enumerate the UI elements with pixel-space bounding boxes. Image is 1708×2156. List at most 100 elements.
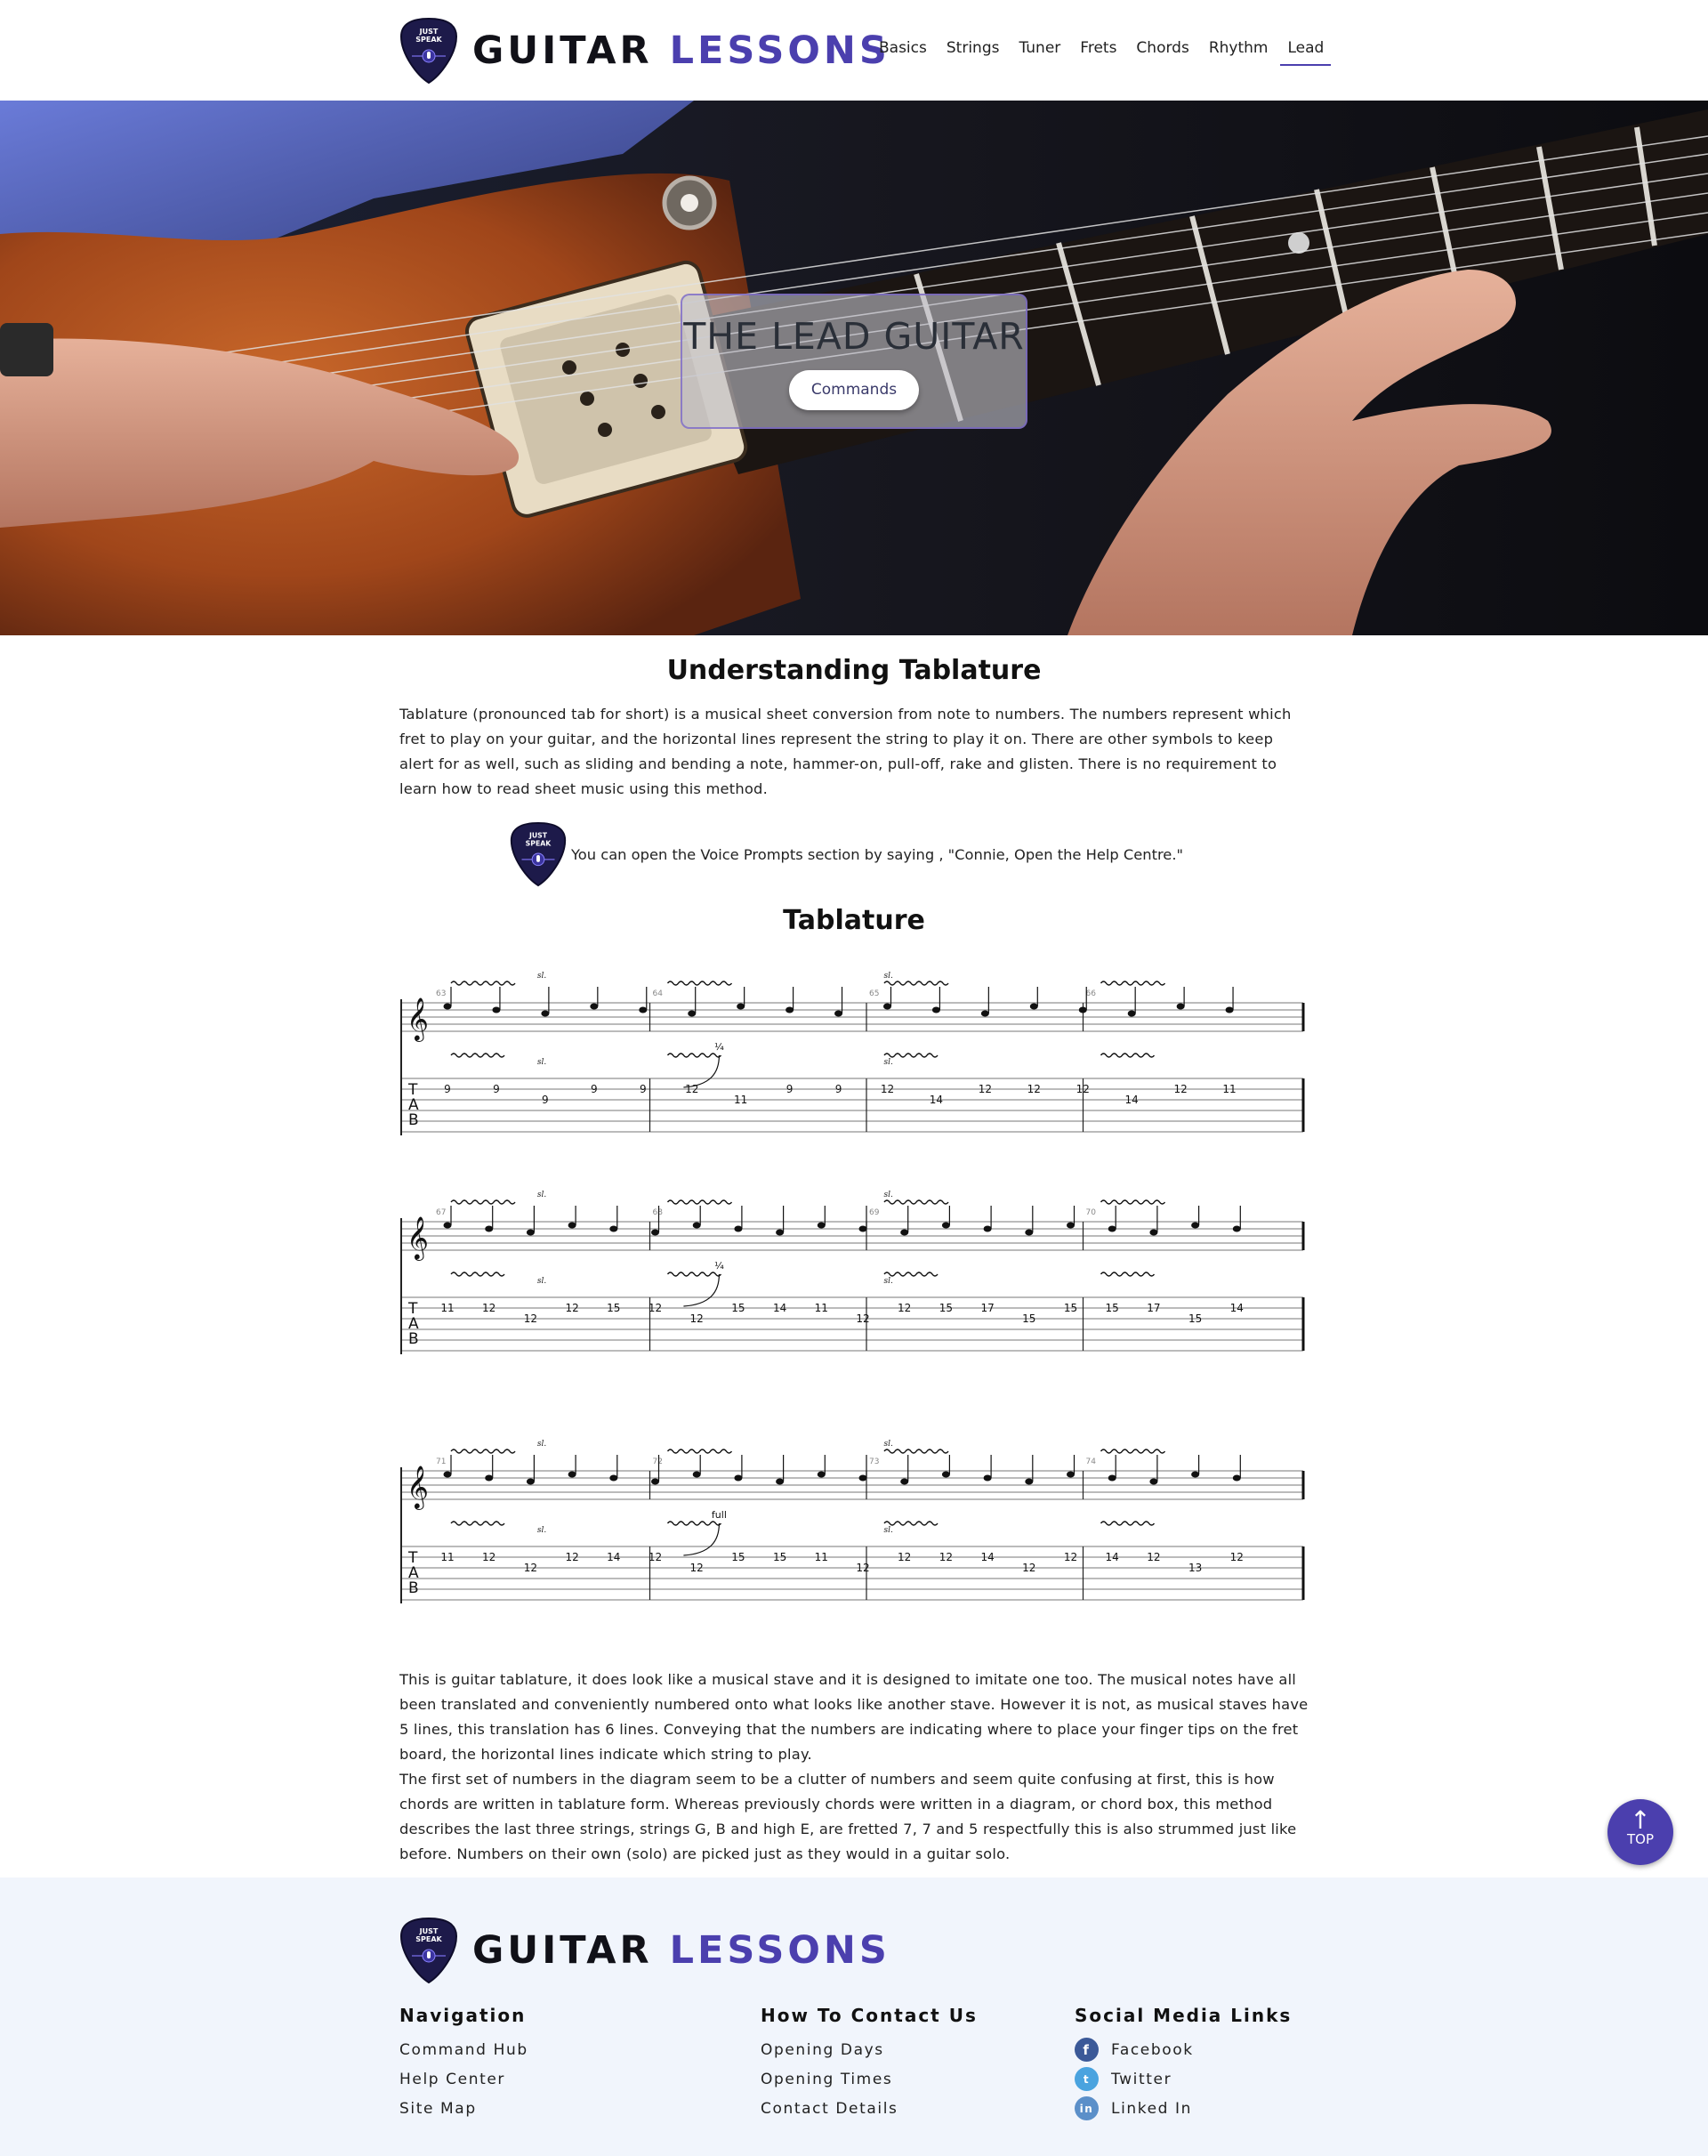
tab-number: 14	[980, 1551, 994, 1563]
note-head	[1149, 1229, 1158, 1236]
footer-link-twitter[interactable]: t Twitter	[1075, 2064, 1292, 2094]
vibrato-mark	[883, 1521, 939, 1526]
footer-nav-title: Navigation	[399, 2005, 527, 2026]
svg-text:JUST: JUST	[528, 832, 548, 840]
note-head	[688, 1010, 697, 1017]
treble-clef: 𝄞	[407, 997, 429, 1042]
note-head	[1176, 1003, 1185, 1010]
nav-lead[interactable]: Lead	[1280, 37, 1332, 66]
tab-number: 12	[565, 1551, 578, 1563]
footer-navigation: Navigation Command Hub Help Center Site …	[399, 2005, 528, 2123]
footer-link-site-map[interactable]: Site Map	[399, 2094, 528, 2123]
tab-number: 9	[835, 1083, 842, 1095]
note-head	[526, 1229, 535, 1236]
nav-chords[interactable]: Chords	[1136, 37, 1188, 66]
footer-link-facebook[interactable]: f Facebook	[1075, 2035, 1292, 2064]
nav-frets[interactable]: Frets	[1080, 37, 1116, 66]
measure-number: 64	[653, 989, 664, 998]
svg-text:JUST: JUST	[419, 1927, 439, 1935]
note-head	[1225, 1006, 1234, 1013]
footer-link-linkedin[interactable]: in Linked In	[1075, 2094, 1292, 2123]
tab-number: 12	[939, 1551, 953, 1563]
vibrato-mark	[1100, 1053, 1156, 1058]
just-speak-pick-icon: JUST SPEAK	[510, 821, 567, 887]
tab-number: 11	[734, 1094, 747, 1106]
note-head	[817, 1222, 826, 1229]
note-head	[609, 1474, 618, 1482]
nav-tuner[interactable]: Tuner	[1019, 37, 1060, 66]
tab-number: 12	[690, 1562, 704, 1574]
footer-link-command-hub[interactable]: Command Hub	[399, 2035, 528, 2064]
tab-number: 9	[542, 1094, 549, 1106]
note-head	[1067, 1471, 1075, 1478]
bend-label: ¼	[714, 1041, 724, 1053]
tab-number: 9	[640, 1083, 647, 1095]
tab-number: 9	[591, 1083, 598, 1095]
facebook-icon: f	[1075, 2038, 1099, 2062]
slide-mark: sl.	[883, 1058, 892, 1067]
hero-title: THE LEAD GUITAR	[683, 315, 1025, 358]
measure-number: 68	[653, 1208, 664, 1217]
measure-number: 74	[1086, 1458, 1097, 1466]
nav-strings[interactable]: Strings	[947, 37, 1000, 66]
note-head	[1191, 1222, 1200, 1229]
tab-number: 14	[773, 1302, 786, 1314]
tab-number: 11	[1222, 1083, 1236, 1095]
footer-link-contact-details[interactable]: Contact Details	[761, 2094, 978, 2123]
tab-number: 14	[1230, 1302, 1244, 1314]
measure-number: 65	[869, 989, 879, 998]
footer-link-opening-days[interactable]: Opening Days	[761, 2035, 978, 2064]
tab-number: 12	[1230, 1551, 1244, 1563]
vibrato-mark	[450, 1521, 505, 1526]
note-head	[1232, 1474, 1241, 1482]
note-head	[639, 1006, 648, 1013]
tab-number: 15	[939, 1302, 953, 1314]
note-head	[734, 1225, 743, 1232]
back-to-top-button[interactable]: ↑ TOP	[1607, 1799, 1673, 1865]
nav-rhythm[interactable]: Rhythm	[1209, 37, 1269, 66]
vibrato-mark	[666, 1199, 733, 1205]
body-paragraph-1: This is guitar tablature, it does look l…	[399, 1671, 1309, 1763]
bend-label: ¼	[714, 1260, 724, 1272]
brand-name: GUITAR LESSONS	[472, 28, 890, 73]
footer-link-help-center[interactable]: Help Center	[399, 2064, 528, 2094]
tab-number: 12	[482, 1302, 495, 1314]
slide-mark: sl.	[537, 1058, 546, 1067]
svg-text:SPEAK: SPEAK	[415, 1935, 442, 1943]
nav-basics[interactable]: Basics	[879, 37, 927, 66]
note-head	[834, 1010, 843, 1017]
tab-number: 12	[565, 1302, 578, 1314]
tab-number: 14	[607, 1551, 620, 1563]
footer-social-title: Social Media Links	[1075, 2005, 1293, 2026]
vibrato-mark	[883, 1053, 939, 1058]
footer-link-opening-times[interactable]: Opening Times	[761, 2064, 978, 2094]
tab-number: 15	[1188, 1312, 1202, 1325]
note-head	[737, 1003, 745, 1010]
vibrato-mark	[666, 1449, 733, 1454]
vibrato-mark	[1100, 1521, 1156, 1526]
tab-number: 15	[773, 1551, 786, 1563]
footer-logo[interactable]: JUST SPEAK GUITAR LESSONS	[399, 1917, 890, 1984]
tab-number: 13	[1188, 1562, 1202, 1574]
tab-clef-letter: B	[408, 1579, 419, 1597]
footer-contact: How To Contact Us Opening Days Opening T…	[761, 2005, 978, 2123]
note-head	[1127, 1010, 1136, 1017]
voice-tip: JUST SPEAK You can open the Voice Prompt…	[509, 821, 1309, 887]
site-logo[interactable]: JUST SPEAK GUITAR LESSONS	[399, 17, 890, 85]
note-head	[485, 1474, 494, 1482]
tab-number: 12	[1173, 1083, 1187, 1095]
tab-number: 12	[898, 1302, 911, 1314]
note-head	[931, 1006, 940, 1013]
note-head	[1149, 1478, 1158, 1485]
just-speak-pick-logo: JUST SPEAK	[399, 17, 458, 85]
vibrato-mark	[666, 1053, 722, 1058]
svg-text:JUST: JUST	[419, 28, 439, 36]
slide-mark: sl.	[537, 1526, 546, 1535]
commands-button[interactable]: Commands	[789, 370, 919, 410]
tab-number: 14	[1125, 1094, 1139, 1106]
tab-number: 12	[856, 1562, 869, 1574]
tab-number: 11	[815, 1302, 828, 1314]
vibrato-mark	[666, 1521, 722, 1526]
treble-clef: 𝄞	[407, 1465, 429, 1510]
note-head	[983, 1474, 992, 1482]
